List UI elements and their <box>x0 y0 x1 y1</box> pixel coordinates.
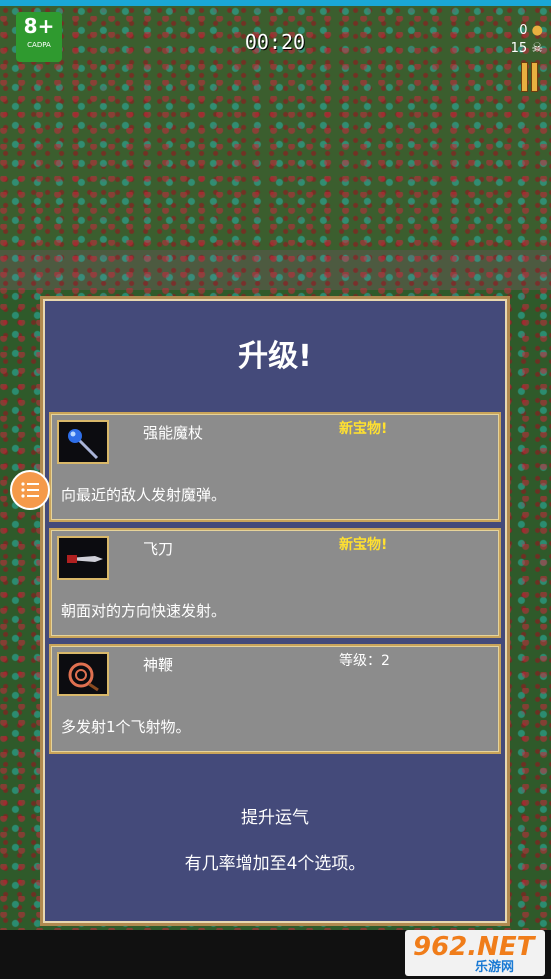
list-icon <box>21 482 39 498</box>
option-description: 向最近的敌人发射魔弹。 <box>61 486 227 504</box>
knife-icon <box>57 536 109 580</box>
whip-icon <box>57 652 109 696</box>
hud-counters: 0 ● 15 ☠ <box>511 22 543 58</box>
new-item-badge: 新宝物! <box>339 537 388 553</box>
pause-button[interactable] <box>521 62 539 92</box>
watermark-logo: 962.NET <box>413 932 535 962</box>
option-description: 朝面对的方向快速发射。 <box>61 602 227 620</box>
magic-wand-icon <box>57 420 109 464</box>
level-badge: 等级：2 <box>339 653 390 669</box>
game-timer: 00:20 <box>244 30 306 54</box>
upgrade-option-knife[interactable]: 飞刀 新宝物! 朝面对的方向快速发射。 <box>49 528 501 638</box>
floating-menu-button[interactable] <box>10 470 50 510</box>
kill-count: 15 <box>510 41 528 56</box>
coin-icon: ● <box>531 23 543 38</box>
upgrade-option-whip[interactable]: 神鞭 等级：2 多发射1个飞射物。 <box>49 644 501 754</box>
luck-title: 提升运气 <box>241 808 309 828</box>
watermark-subtitle: 乐游网 <box>475 960 515 975</box>
age-rating: 8+ <box>23 14 55 38</box>
level-up-panel: 升级! 强能魔杖 新宝物! 向最近的敌人发射魔弹。 飞刀 新宝物! 朝面对的方向… <box>40 296 510 926</box>
rating-org: CADPA <box>27 41 51 49</box>
new-item-badge: 新宝物! <box>339 421 388 437</box>
status-bar <box>0 0 551 6</box>
site-watermark: 962.NET 乐游网 <box>405 930 545 976</box>
option-name: 神鞭 <box>143 656 174 674</box>
option-description: 多发射1个飞射物。 <box>61 718 191 736</box>
option-name: 飞刀 <box>143 540 174 558</box>
upgrade-option-wand[interactable]: 强能魔杖 新宝物! 向最近的敌人发射魔弹。 <box>49 412 501 522</box>
skull-icon: ☠ <box>531 41 543 56</box>
luck-description: 有几率增加至4个选项。 <box>184 854 366 874</box>
option-name: 强能魔杖 <box>143 424 204 442</box>
coin-count: 0 <box>519 23 528 38</box>
panel-title: 升级! <box>238 339 312 374</box>
age-rating-badge: 8+ CADPA <box>16 12 62 62</box>
